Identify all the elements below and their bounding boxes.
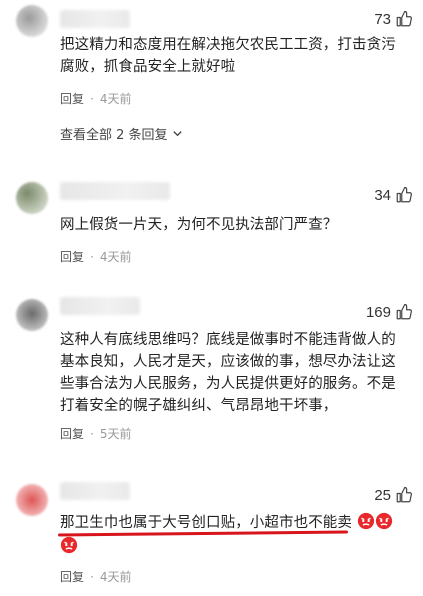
chevron-down-icon — [172, 131, 182, 137]
like-count: 25 — [374, 486, 391, 504]
view-all-replies-button[interactable]: 查看全部 2 条回复 — [60, 124, 183, 143]
angry-face-icon — [357, 512, 374, 530]
username[interactable] — [60, 297, 140, 315]
reply-button[interactable]: 回复 — [60, 248, 84, 265]
angry-face-icon — [375, 512, 392, 530]
comment-item: 34 网上假货一片天，为何不见执法部门严查？ 回复 · 4天前 — [0, 170, 423, 270]
comment-item: 73 把这精力和态度用在解决拖欠农民工工资，打击贪污腐败，抓食品安全上就好啦 回… — [0, 0, 423, 145]
username[interactable] — [60, 182, 170, 200]
reply-button[interactable]: 回复 — [60, 568, 84, 585]
comment-time: 4天前 — [99, 92, 132, 106]
username[interactable] — [60, 482, 130, 500]
thumbs-up-icon — [396, 186, 412, 203]
comment-time: 5天前 — [99, 427, 132, 441]
view-all-replies-label: 查看全部 2 条回复 — [60, 128, 168, 143]
comment-meta: 回复 · 4天前 — [60, 248, 131, 265]
like-count: 34 — [374, 186, 391, 204]
comment-item: 169 这种人有底线思维吗？底线是做事时不能违背做人的基本良知，人民才是天，应该… — [0, 285, 423, 445]
separator-dot: · — [90, 249, 94, 264]
comment-text-content: 那卫生巾也属于大号创口贴，小超市也不能卖 — [60, 515, 352, 531]
like-button[interactable]: 169 — [366, 303, 413, 321]
like-button[interactable]: 34 — [374, 186, 413, 204]
comment-item: 25 那卫生巾也属于大号创口贴，小超市也不能卖 回复 · 4天前 — [0, 470, 423, 596]
comment-text: 网上假货一片天，为何不见执法部门严查？ — [60, 217, 338, 233]
comment-meta: 回复 · 4天前 — [60, 568, 131, 585]
angry-face-icon — [60, 536, 78, 554]
separator-dot: · — [90, 91, 94, 106]
comment-meta: 回复 · 4天前 — [60, 90, 131, 107]
username[interactable] — [60, 10, 130, 28]
avatar[interactable] — [16, 299, 48, 331]
like-button[interactable]: 25 — [374, 486, 413, 504]
separator-dot: · — [90, 426, 94, 441]
thumbs-up-icon — [396, 303, 412, 320]
comment-text: 把这精力和态度用在解决拖欠农民工工资，打击贪污腐败，抓食品安全上就好啦 — [60, 37, 396, 75]
avatar[interactable] — [16, 484, 48, 516]
avatar[interactable] — [16, 5, 48, 37]
avatar[interactable] — [16, 182, 48, 214]
reply-button[interactable]: 回复 — [60, 90, 84, 107]
like-count: 169 — [365, 303, 391, 321]
comment-time: 4天前 — [99, 250, 132, 264]
like-button[interactable]: 73 — [374, 10, 413, 28]
thumbs-up-icon — [396, 10, 412, 27]
like-count: 73 — [374, 10, 391, 28]
reply-button[interactable]: 回复 — [60, 425, 84, 442]
separator-dot: · — [90, 569, 94, 584]
comment-text: 这种人有底线思维吗？底线是做事时不能违背做人的基本良知，人民才是天，应该做的事，… — [60, 332, 396, 414]
comment-meta: 回复 · 5天前 — [60, 425, 131, 442]
comment-time: 4天前 — [99, 570, 132, 584]
thumbs-up-icon — [396, 486, 412, 503]
